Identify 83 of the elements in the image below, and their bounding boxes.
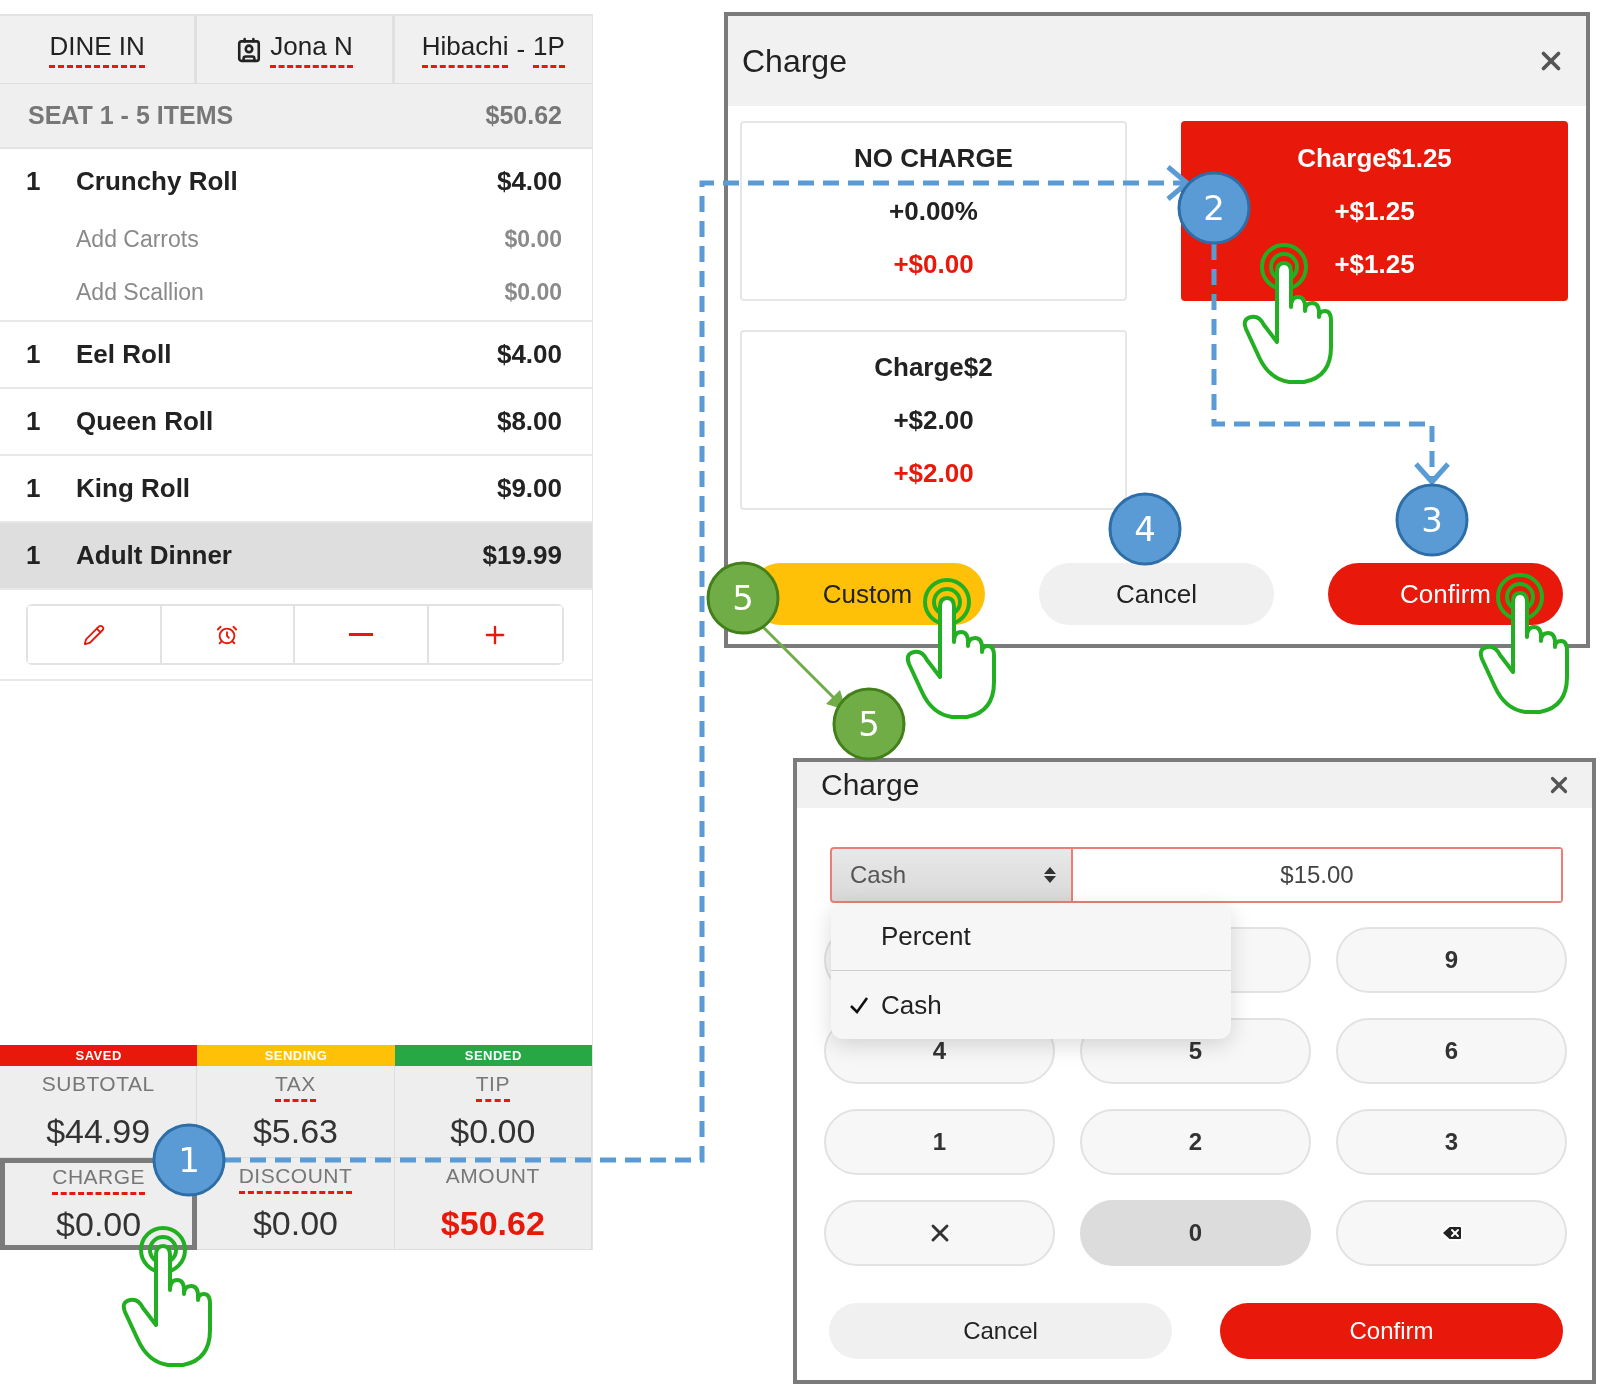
option-rate: +$1.25 (1334, 195, 1415, 227)
total-cell[interactable]: DISCOUNT $0.00 (197, 1158, 395, 1250)
total-label: TIP (475, 1072, 510, 1102)
status-label: SENDED (394, 1045, 592, 1066)
total-label: CHARGE (52, 1164, 146, 1195)
item-name: Crunchy Roll (76, 166, 239, 197)
header-tab[interactable]: DINE IN (0, 16, 198, 83)
amount-field[interactable]: $15.00 (1073, 847, 1563, 903)
step-marker: 1 (152, 1123, 226, 1197)
total-value: $0.00 (450, 1112, 536, 1151)
keypad-key[interactable]: 6 (1336, 1018, 1567, 1084)
item-quantity: 1 (26, 540, 42, 571)
checkmark-icon (849, 995, 869, 1015)
charge-option[interactable]: Charge$2 +$2.00 +$2.00 (740, 330, 1127, 510)
total-cell[interactable]: AMOUNT $50.62 (394, 1158, 592, 1250)
step-marker: 2 (1177, 171, 1251, 245)
cancel-button[interactable]: Cancel (829, 1303, 1172, 1359)
item-name: Eel Roll (76, 339, 173, 370)
contact-card-icon (236, 36, 263, 63)
hand-pointer-icon (1242, 243, 1333, 384)
cancel-button[interactable]: Cancel (1039, 563, 1274, 625)
alarm-clock-icon (216, 623, 239, 646)
pencil-icon (82, 623, 105, 646)
header-tab[interactable]: Hibachi - 1P (394, 16, 592, 83)
total-value: $0.00 (56, 1204, 142, 1244)
step-marker: 3 (1395, 483, 1469, 557)
item-name: King Roll (76, 473, 192, 504)
total-label: DISCOUNT (238, 1164, 353, 1194)
option-rate: +0.00% (889, 195, 978, 227)
pencil-button[interactable] (28, 606, 162, 663)
total-label: TAX (275, 1072, 316, 1102)
modifier-name: Add Carrots (76, 225, 200, 253)
step-marker: 5 (706, 561, 780, 635)
total-label: SUBTOTAL (41, 1072, 155, 1097)
total-value: $5.63 (252, 1112, 339, 1151)
header-tab[interactable]: Jona N (197, 16, 395, 83)
item-price: $19.99 (482, 540, 562, 571)
item-quantity: 1 (26, 339, 42, 370)
item-price: $4.00 (496, 339, 562, 370)
total-value: $50.62 (440, 1204, 545, 1243)
item-name: Queen Roll (76, 406, 215, 437)
option-title: Charge$1.25 (1297, 142, 1452, 174)
modifier-price: $0.00 (504, 225, 562, 253)
option-title: Charge$2 (874, 351, 993, 383)
step-marker: 4 (1108, 492, 1182, 566)
option-title: NO CHARGE (854, 142, 1013, 174)
item-price: $4.00 (496, 166, 562, 197)
option-amount: +$1.25 (1334, 248, 1415, 280)
sort-arrows-icon (1043, 865, 1057, 885)
keypad-key[interactable]: 0 (1080, 1200, 1311, 1266)
total-label: AMOUNT (445, 1164, 540, 1189)
seat-label: SEAT 1 - 5 ITEMS (28, 101, 234, 130)
keypad-key[interactable]: 2 (1080, 1109, 1311, 1175)
confirm-button[interactable]: Confirm (1328, 563, 1563, 625)
modifier-name: Add Scallion (76, 278, 205, 306)
status-label: SAVED (0, 1045, 198, 1066)
modifier-price: $0.00 (504, 278, 562, 306)
item-price: $8.00 (496, 406, 562, 437)
status-label: SENDING (197, 1045, 395, 1066)
keypad-key[interactable]: 1 (824, 1109, 1055, 1175)
total-value: $0.00 (252, 1204, 339, 1243)
total-cell[interactable]: TIP $0.00 (394, 1066, 592, 1158)
keypad-key[interactable]: 3 (1336, 1109, 1567, 1175)
order-item-row[interactable]: 1 Adult Dinner $19.99 (0, 523, 592, 590)
item-quantity: 1 (26, 473, 42, 504)
option-rate: +$2.00 (893, 404, 974, 436)
charge-type-select[interactable]: Cash (830, 847, 1073, 903)
item-price: $9.00 (496, 473, 562, 504)
total-cell[interactable]: TAX $5.63 (197, 1066, 395, 1158)
confirm-button[interactable]: Confirm (1220, 1303, 1563, 1359)
option-amount: +$2.00 (893, 457, 974, 489)
keypad-key[interactable]: 9 (1336, 927, 1567, 993)
charge-option[interactable]: NO CHARGE +0.00% +$0.00 (740, 121, 1127, 301)
item-quantity: 1 (26, 166, 42, 197)
dialog-title: Charge (742, 42, 847, 80)
dialog-title: Charge (821, 768, 920, 802)
item-quantity: 1 (26, 406, 42, 437)
total-value: $44.99 (46, 1112, 151, 1151)
minus-icon (348, 633, 373, 636)
seat-total: $50.62 (485, 101, 562, 130)
item-name: Adult Dinner (76, 540, 233, 571)
step-marker: 5 (832, 687, 906, 761)
option-amount: +$0.00 (893, 248, 974, 280)
